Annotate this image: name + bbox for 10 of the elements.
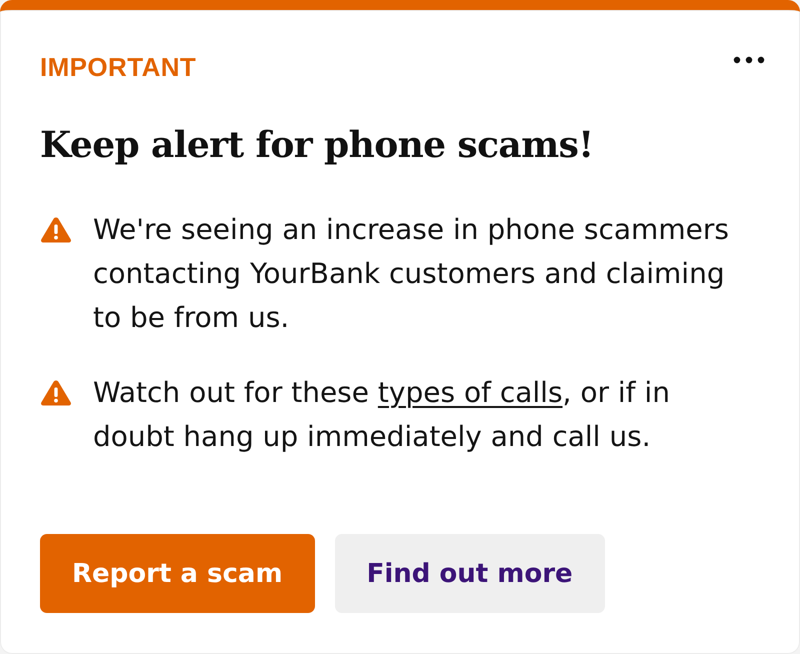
bullet-text: We're seeing an increase in phone scammers contacting YourBank customers and claiming to be from us.: [93, 212, 730, 336]
more-options-button[interactable]: [733, 56, 765, 64]
types-of-calls-link[interactable]: types of calls: [378, 376, 563, 409]
more-icon: [733, 56, 765, 64]
warning-icon: [40, 379, 72, 406]
find-out-more-button[interactable]: Find out more: [334, 534, 605, 613]
alert-title: Keep alert for phone scams!: [40, 123, 594, 168]
bullet-text: Watch out for these types of calls, or if in doubt hang up immediately and call us.: [93, 375, 671, 455]
warning-icon: [40, 216, 72, 243]
important-label: IMPORTANT: [40, 52, 196, 82]
